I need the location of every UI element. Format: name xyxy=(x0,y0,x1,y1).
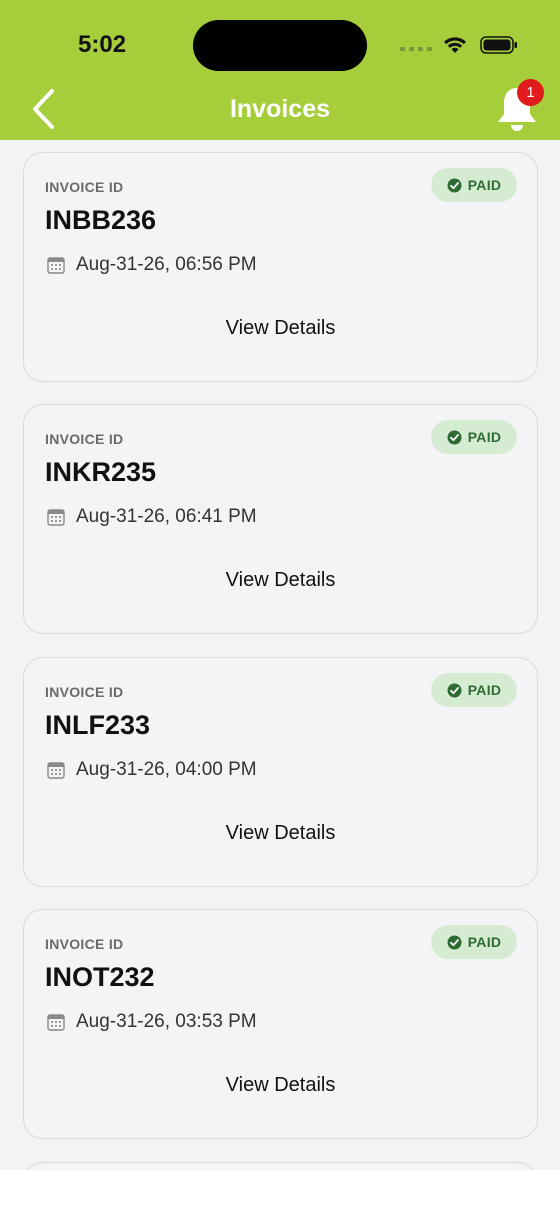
invoice-id: INBB236 xyxy=(45,205,157,235)
invoice-date-row: Aug-31-26, 03:53 PM xyxy=(47,1011,257,1033)
calendar-icon xyxy=(47,762,65,779)
invoice-card: INVOICE ID INLF233 Aug-31-26, 04:00 PM P… xyxy=(23,657,538,887)
check-circle-icon xyxy=(447,430,462,444)
page-title: Invoices xyxy=(229,95,331,123)
app-header: 5:02 Invoices 1 xyxy=(0,0,560,140)
invoice-id: INKR235 xyxy=(45,457,157,487)
view-details-button[interactable]: View Details xyxy=(24,1074,537,1097)
check-circle-icon xyxy=(447,935,462,949)
status-badge: PAID xyxy=(431,420,517,454)
invoice-date: Aug-31-26, 06:56 PM xyxy=(76,254,257,275)
notification-badge: 1 xyxy=(517,79,544,106)
invoice-id-label: INVOICE ID xyxy=(45,936,124,952)
invoice-card: INVOICE ID INBB236 Aug-31-26, 06:56 PM P… xyxy=(23,152,538,382)
view-details-button[interactable]: View Details xyxy=(24,569,537,592)
invoice-card: INVOICE ID INOT232 Aug-31-26, 03:53 PM P… xyxy=(23,909,538,1139)
signal-icon xyxy=(400,47,432,51)
view-details-button[interactable]: View Details xyxy=(24,822,537,845)
invoice-id-label: INVOICE ID xyxy=(45,179,124,195)
calendar-icon xyxy=(47,509,65,526)
calendar-icon xyxy=(47,257,65,274)
invoice-id-label: INVOICE ID xyxy=(45,684,124,700)
invoice-date: Aug-31-26, 03:53 PM xyxy=(76,1011,257,1032)
calendar-icon xyxy=(47,1014,65,1031)
invoice-list: INVOICE ID INBB236 Aug-31-26, 06:56 PM P… xyxy=(0,140,560,1170)
status-text: PAID xyxy=(467,934,502,950)
status-time: 5:02 xyxy=(78,31,127,58)
invoice-date: Aug-31-26, 06:41 PM xyxy=(76,506,257,527)
invoice-id-label: INVOICE ID xyxy=(45,431,124,447)
battery-icon xyxy=(480,36,517,54)
invoice-id: INLF233 xyxy=(45,710,151,740)
status-icons xyxy=(400,32,518,58)
invoice-date: Aug-31-26, 04:00 PM xyxy=(76,759,257,780)
status-text: PAID xyxy=(467,429,502,445)
status-text: PAID xyxy=(467,682,502,698)
invoice-date-row: Aug-31-26, 06:56 PM xyxy=(47,254,257,276)
check-circle-icon xyxy=(447,683,462,697)
dynamic-island xyxy=(193,20,367,71)
wifi-icon xyxy=(444,37,466,53)
status-badge: PAID xyxy=(431,925,517,959)
invoice-id: INOT232 xyxy=(45,962,155,992)
invoice-date-row: Aug-31-26, 04:00 PM xyxy=(47,759,257,781)
status-text: PAID xyxy=(467,177,502,193)
view-details-button[interactable]: View Details xyxy=(24,317,537,340)
status-badge: PAID xyxy=(431,673,517,707)
check-circle-icon xyxy=(447,178,462,192)
status-badge: PAID xyxy=(431,168,517,202)
invoice-card: INVOICE ID INKR235 Aug-31-26, 06:41 PM P… xyxy=(23,404,538,634)
invoice-date-row: Aug-31-26, 06:41 PM xyxy=(47,506,257,528)
invoice-card-partial xyxy=(23,1162,538,1170)
